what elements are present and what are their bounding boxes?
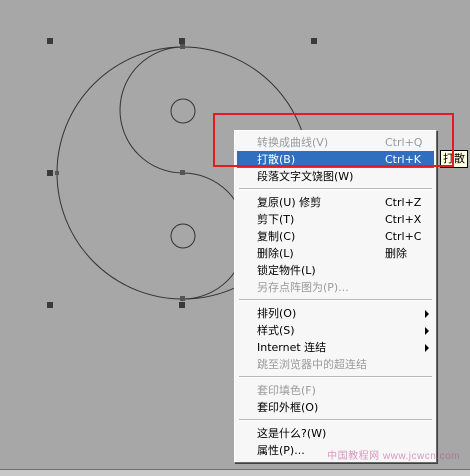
menu-item-save-bitmap-as[interactable]: 另存点阵图为(P)...	[237, 279, 434, 296]
menu-item-label: 复制(C)	[257, 230, 296, 243]
submenu-arrow-icon	[425, 344, 429, 352]
menu-item-internet-link[interactable]: Internet 连结	[237, 339, 434, 356]
menu-item-jump-to-hyperlink[interactable]: 跳至浏览器中的超连结	[237, 356, 434, 373]
watermark: 中国教程网 www.jcwcn.com	[327, 451, 460, 462]
menu-item-overprint-fill[interactable]: 套印填色(F)	[237, 382, 434, 399]
menu-item-shortcut: Ctrl+C	[385, 230, 422, 243]
menu-item-arrange[interactable]: 排列(O)	[237, 305, 434, 322]
menu-item-label: 复原(U) 修剪	[257, 196, 322, 209]
yin-yang-lower-dot[interactable]	[170, 223, 196, 249]
node-top[interactable]	[180, 44, 185, 49]
menu-item-label: 删除(L)	[257, 247, 294, 260]
menu-item-label: 属性(P)...	[257, 444, 305, 457]
node-center[interactable]	[180, 170, 185, 175]
selection-handle-bottom-center[interactable]	[179, 302, 185, 308]
menu-item-copy[interactable]: 复制(C) Ctrl+C	[237, 228, 434, 245]
menu-item-cut[interactable]: 剪下(T) Ctrl+X	[237, 211, 434, 228]
menu-item-overprint-outline[interactable]: 套印外框(O)	[237, 399, 434, 416]
menu-item-shortcut: 删除	[385, 247, 407, 260]
menu-item-label: 样式(S)	[257, 324, 295, 337]
menu-item-shortcut: Ctrl+X	[385, 213, 422, 226]
node-bottom[interactable]	[180, 296, 185, 301]
menu-separator	[239, 376, 432, 378]
node-left[interactable]	[55, 171, 59, 175]
menu-item-label: Internet 连结	[257, 341, 327, 354]
menu-item-paragraph-text-wrap[interactable]: 段落文字文饶图(W)	[237, 168, 434, 185]
selection-handle-top-left[interactable]	[47, 38, 53, 44]
selection-handle-top-right[interactable]	[311, 38, 317, 44]
annotation-highlight-box	[213, 113, 454, 167]
menu-separator	[239, 419, 432, 421]
menu-item-undo-trim[interactable]: 复原(U) 修剪 Ctrl+Z	[237, 194, 434, 211]
selection-handle-top-center[interactable]	[179, 38, 185, 44]
menu-item-style[interactable]: 样式(S)	[237, 322, 434, 339]
bottom-scrollbar[interactable]	[0, 469, 470, 476]
menu-item-whats-this[interactable]: 这是什么?(W)	[237, 425, 434, 442]
menu-item-label: 套印填色(F)	[257, 384, 316, 397]
menu-item-label: 跳至浏览器中的超连结	[257, 358, 367, 371]
yin-yang-upper-dot[interactable]	[170, 98, 196, 124]
menu-item-lock-object[interactable]: 锁定物件(L)	[237, 262, 434, 279]
menu-item-label: 排列(O)	[257, 307, 297, 320]
menu-item-label: 另存点阵图为(P)...	[257, 281, 349, 294]
menu-item-label: 剪下(T)	[257, 213, 295, 226]
menu-item-label: 段落文字文饶图(W)	[257, 170, 354, 183]
context-menu: 转换成曲线(V) Ctrl+Q 打散(B) Ctrl+K 段落文字文饶图(W) …	[234, 130, 437, 463]
menu-separator	[239, 188, 432, 190]
submenu-arrow-icon	[425, 327, 429, 335]
menu-separator	[239, 299, 432, 301]
menu-item-shortcut: Ctrl+Z	[385, 196, 422, 209]
submenu-arrow-icon	[425, 310, 429, 318]
menu-item-label: 这是什么?(W)	[257, 427, 327, 440]
selection-handle-bottom-left[interactable]	[47, 302, 53, 308]
selection-handle-middle-left[interactable]	[47, 170, 53, 176]
menu-item-label: 套印外框(O)	[257, 401, 319, 414]
menu-item-delete[interactable]: 删除(L) 删除	[237, 245, 434, 262]
menu-item-label: 锁定物件(L)	[257, 264, 316, 277]
